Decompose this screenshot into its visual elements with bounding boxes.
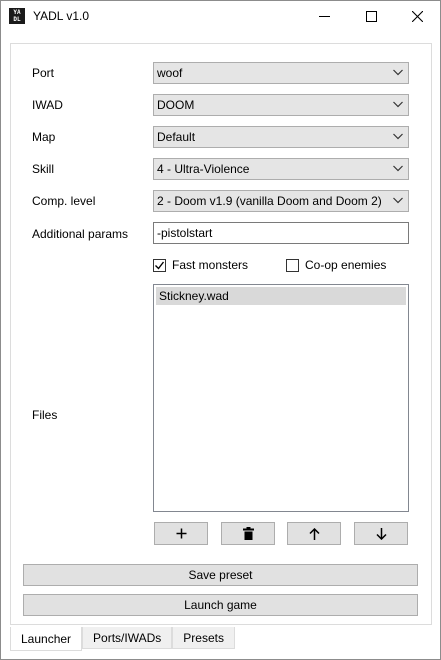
add-file-button[interactable] — [154, 522, 208, 545]
additional-params-label: Additional params — [32, 227, 129, 241]
tab-bar: Launcher Ports/IWADs Presets — [10, 627, 235, 651]
coop-enemies-checkbox[interactable]: Co-op enemies — [286, 258, 386, 272]
comp-level-select[interactable]: 2 - Doom v1.9 (vanilla Doom and Doom 2) — [153, 190, 409, 212]
fast-monsters-label: Fast monsters — [172, 258, 249, 272]
additional-params-field[interactable] — [153, 222, 409, 244]
iwad-select-value: DOOM — [157, 98, 195, 112]
plus-icon — [176, 528, 186, 539]
move-down-button[interactable] — [354, 522, 408, 545]
launch-game-button[interactable]: Launch game — [23, 594, 418, 616]
arrow-down-icon — [375, 527, 387, 540]
chevron-down-icon — [393, 101, 403, 108]
map-label: Map — [32, 130, 56, 144]
files-label: Files — [32, 408, 58, 422]
title-bar[interactable]: YA DL YADL v1.0 — [1, 1, 440, 31]
checkmark-icon — [155, 261, 165, 270]
delete-file-button[interactable] — [221, 522, 275, 545]
minimize-icon — [318, 15, 330, 17]
map-select[interactable]: Default — [153, 126, 409, 148]
app-logo-icon: YA DL — [9, 8, 25, 24]
list-item[interactable]: Stickney.wad — [156, 287, 406, 305]
tab-launcher[interactable]: Launcher — [10, 627, 83, 651]
port-select-value: woof — [157, 66, 183, 80]
port-select[interactable]: woof — [153, 62, 409, 84]
maximize-button[interactable] — [348, 1, 394, 31]
move-up-button[interactable] — [287, 522, 341, 545]
maximize-icon — [365, 10, 377, 22]
arrow-up-icon — [308, 527, 320, 540]
save-preset-button[interactable]: Save preset — [23, 564, 418, 586]
chevron-down-icon — [393, 197, 403, 204]
close-icon — [411, 10, 423, 22]
minimize-button[interactable] — [301, 1, 347, 31]
tab-ports-iwads[interactable]: Ports/IWADs — [82, 627, 173, 649]
window-title: YADL v1.0 — [33, 9, 90, 23]
checkbox-box[interactable] — [286, 258, 299, 272]
chevron-down-icon — [393, 133, 403, 140]
iwad-select[interactable]: DOOM — [153, 94, 409, 116]
skill-label: Skill — [32, 162, 55, 176]
comp-level-label: Comp. level — [32, 194, 96, 208]
comp-level-select-value: 2 - Doom v1.9 (vanilla Doom and Doom 2) — [157, 194, 382, 208]
chevron-down-icon — [393, 69, 403, 76]
close-button[interactable] — [394, 1, 440, 31]
fast-monsters-checkbox[interactable]: Fast monsters — [153, 258, 248, 272]
checkbox-box[interactable] — [153, 258, 166, 272]
iwad-label: IWAD — [32, 98, 63, 112]
files-list[interactable]: Stickney.wad — [153, 284, 409, 512]
tab-presets[interactable]: Presets — [172, 627, 235, 649]
skill-select[interactable]: 4 - Ultra-Violence — [153, 158, 409, 180]
trash-icon — [242, 527, 254, 540]
port-label: Port — [32, 66, 55, 80]
chevron-down-icon — [393, 165, 403, 172]
map-select-value: Default — [157, 130, 196, 144]
additional-params-input[interactable] — [154, 223, 408, 243]
app-window: YA DL YADL v1.0 Port woof IWAD DOOM Map … — [0, 0, 441, 660]
skill-select-value: 4 - Ultra-Violence — [157, 162, 250, 176]
coop-enemies-label: Co-op enemies — [305, 258, 387, 272]
